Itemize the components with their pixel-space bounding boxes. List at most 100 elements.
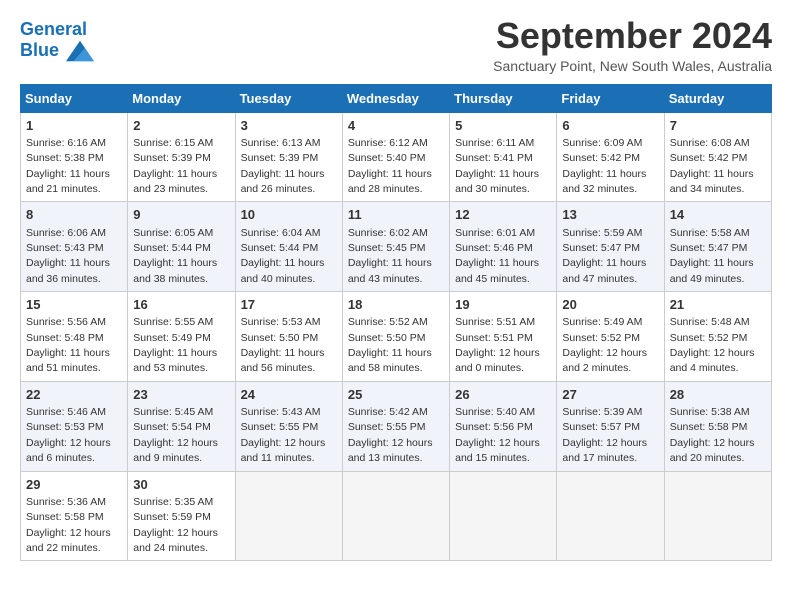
month-title: September 2024 <box>493 16 772 56</box>
day-daylight: Daylight: 11 hours and 49 minutes. <box>670 257 754 284</box>
day-sunset: Sunset: 5:58 PM <box>26 511 104 523</box>
day-number: 28 <box>670 386 766 404</box>
day-daylight: Daylight: 12 hours and 15 minutes. <box>455 437 540 464</box>
calendar-day-cell: 6 Sunrise: 6:09 AM Sunset: 5:42 PM Dayli… <box>557 112 664 202</box>
day-sunrise: Sunrise: 6:11 AM <box>455 137 534 149</box>
day-number: 27 <box>562 386 658 404</box>
day-sunrise: Sunrise: 5:56 AM <box>26 316 106 328</box>
day-number: 8 <box>26 206 122 224</box>
day-sunrise: Sunrise: 6:13 AM <box>241 137 321 149</box>
calendar-day-cell <box>235 471 342 561</box>
day-daylight: Daylight: 11 hours and 40 minutes. <box>241 257 325 284</box>
day-sunrise: Sunrise: 5:39 AM <box>562 406 642 418</box>
weekday-header: Sunday <box>21 84 128 112</box>
day-daylight: Daylight: 12 hours and 11 minutes. <box>241 437 326 464</box>
day-sunrise: Sunrise: 5:42 AM <box>348 406 428 418</box>
day-number: 30 <box>133 476 229 494</box>
day-sunrise: Sunrise: 5:53 AM <box>241 316 321 328</box>
logo-line2: Blue <box>20 40 94 62</box>
day-number: 6 <box>562 117 658 135</box>
title-block: September 2024 Sanctuary Point, New Sout… <box>493 16 772 74</box>
day-sunset: Sunset: 5:57 PM <box>562 421 640 433</box>
day-daylight: Daylight: 12 hours and 4 minutes. <box>670 347 755 374</box>
day-daylight: Daylight: 11 hours and 34 minutes. <box>670 168 754 195</box>
day-number: 11 <box>348 206 444 224</box>
weekday-header: Tuesday <box>235 84 342 112</box>
day-daylight: Daylight: 11 hours and 36 minutes. <box>26 257 110 284</box>
day-sunset: Sunset: 5:52 PM <box>562 332 640 344</box>
day-sunrise: Sunrise: 5:35 AM <box>133 496 213 508</box>
weekday-header: Wednesday <box>342 84 449 112</box>
day-sunset: Sunset: 5:59 PM <box>133 511 211 523</box>
day-daylight: Daylight: 11 hours and 21 minutes. <box>26 168 110 195</box>
calendar-day-cell: 18 Sunrise: 5:52 AM Sunset: 5:50 PM Dayl… <box>342 292 449 382</box>
day-daylight: Daylight: 12 hours and 0 minutes. <box>455 347 540 374</box>
day-number: 19 <box>455 296 551 314</box>
day-daylight: Daylight: 11 hours and 53 minutes. <box>133 347 217 374</box>
day-number: 2 <box>133 117 229 135</box>
day-sunset: Sunset: 5:39 PM <box>241 152 319 164</box>
day-daylight: Daylight: 11 hours and 56 minutes. <box>241 347 325 374</box>
calendar-day-cell <box>557 471 664 561</box>
calendar-day-cell: 2 Sunrise: 6:15 AM Sunset: 5:39 PM Dayli… <box>128 112 235 202</box>
weekday-header: Friday <box>557 84 664 112</box>
day-sunset: Sunset: 5:55 PM <box>241 421 319 433</box>
day-number: 20 <box>562 296 658 314</box>
day-sunrise: Sunrise: 6:16 AM <box>26 137 106 149</box>
day-sunrise: Sunrise: 5:45 AM <box>133 406 213 418</box>
day-daylight: Daylight: 12 hours and 24 minutes. <box>133 527 218 554</box>
calendar-day-cell: 9 Sunrise: 6:05 AM Sunset: 5:44 PM Dayli… <box>128 202 235 292</box>
day-sunset: Sunset: 5:50 PM <box>348 332 426 344</box>
calendar-day-cell: 20 Sunrise: 5:49 AM Sunset: 5:52 PM Dayl… <box>557 292 664 382</box>
calendar-day-cell <box>450 471 557 561</box>
calendar-day-cell: 25 Sunrise: 5:42 AM Sunset: 5:55 PM Dayl… <box>342 381 449 471</box>
calendar-day-cell: 19 Sunrise: 5:51 AM Sunset: 5:51 PM Dayl… <box>450 292 557 382</box>
day-sunset: Sunset: 5:41 PM <box>455 152 533 164</box>
day-daylight: Daylight: 12 hours and 20 minutes. <box>670 437 755 464</box>
day-daylight: Daylight: 11 hours and 26 minutes. <box>241 168 325 195</box>
day-number: 29 <box>26 476 122 494</box>
day-sunrise: Sunrise: 5:51 AM <box>455 316 535 328</box>
calendar-day-cell <box>664 471 771 561</box>
day-sunrise: Sunrise: 6:12 AM <box>348 137 428 149</box>
day-sunrise: Sunrise: 5:58 AM <box>670 227 750 239</box>
day-number: 22 <box>26 386 122 404</box>
calendar-day-cell: 5 Sunrise: 6:11 AM Sunset: 5:41 PM Dayli… <box>450 112 557 202</box>
day-sunrise: Sunrise: 5:59 AM <box>562 227 642 239</box>
day-number: 10 <box>241 206 337 224</box>
calendar-day-cell: 4 Sunrise: 6:12 AM Sunset: 5:40 PM Dayli… <box>342 112 449 202</box>
day-daylight: Daylight: 12 hours and 13 minutes. <box>348 437 433 464</box>
calendar-week-row: 8 Sunrise: 6:06 AM Sunset: 5:43 PM Dayli… <box>21 202 772 292</box>
calendar-week-row: 1 Sunrise: 6:16 AM Sunset: 5:38 PM Dayli… <box>21 112 772 202</box>
calendar-day-cell: 11 Sunrise: 6:02 AM Sunset: 5:45 PM Dayl… <box>342 202 449 292</box>
day-sunset: Sunset: 5:42 PM <box>670 152 748 164</box>
day-number: 18 <box>348 296 444 314</box>
day-number: 3 <box>241 117 337 135</box>
day-sunset: Sunset: 5:54 PM <box>133 421 211 433</box>
day-sunset: Sunset: 5:53 PM <box>26 421 104 433</box>
calendar-day-cell: 28 Sunrise: 5:38 AM Sunset: 5:58 PM Dayl… <box>664 381 771 471</box>
day-daylight: Daylight: 12 hours and 2 minutes. <box>562 347 647 374</box>
day-sunset: Sunset: 5:40 PM <box>348 152 426 164</box>
weekday-header: Saturday <box>664 84 771 112</box>
calendar-day-cell: 13 Sunrise: 5:59 AM Sunset: 5:47 PM Dayl… <box>557 202 664 292</box>
calendar-day-cell: 8 Sunrise: 6:06 AM Sunset: 5:43 PM Dayli… <box>21 202 128 292</box>
day-daylight: Daylight: 11 hours and 23 minutes. <box>133 168 217 195</box>
calendar-day-cell: 10 Sunrise: 6:04 AM Sunset: 5:44 PM Dayl… <box>235 202 342 292</box>
day-sunrise: Sunrise: 5:48 AM <box>670 316 750 328</box>
day-sunrise: Sunrise: 6:06 AM <box>26 227 106 239</box>
day-daylight: Daylight: 11 hours and 32 minutes. <box>562 168 646 195</box>
day-sunset: Sunset: 5:49 PM <box>133 332 211 344</box>
day-daylight: Daylight: 11 hours and 28 minutes. <box>348 168 432 195</box>
day-sunset: Sunset: 5:44 PM <box>133 242 211 254</box>
day-number: 7 <box>670 117 766 135</box>
day-sunset: Sunset: 5:45 PM <box>348 242 426 254</box>
day-number: 13 <box>562 206 658 224</box>
calendar-day-cell: 23 Sunrise: 5:45 AM Sunset: 5:54 PM Dayl… <box>128 381 235 471</box>
day-daylight: Daylight: 12 hours and 6 minutes. <box>26 437 111 464</box>
day-sunrise: Sunrise: 5:40 AM <box>455 406 535 418</box>
day-number: 14 <box>670 206 766 224</box>
day-sunrise: Sunrise: 5:43 AM <box>241 406 321 418</box>
day-sunset: Sunset: 5:48 PM <box>26 332 104 344</box>
calendar-week-row: 22 Sunrise: 5:46 AM Sunset: 5:53 PM Dayl… <box>21 381 772 471</box>
